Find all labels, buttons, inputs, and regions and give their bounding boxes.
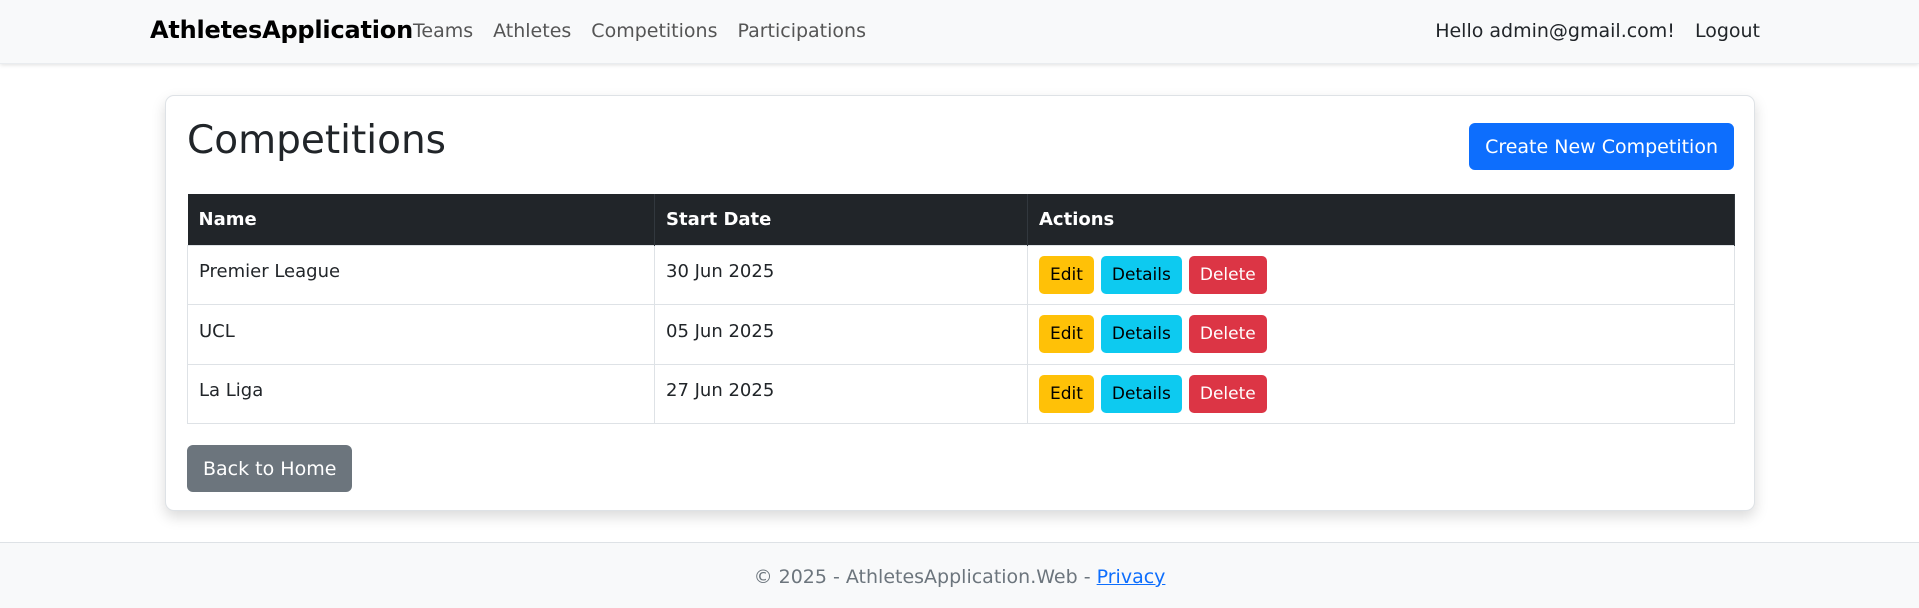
- table-row: UCL 05 Jun 2025 Edit Details Delete: [187, 304, 1735, 365]
- create-competition-button[interactable]: Create New Competition: [1469, 123, 1734, 170]
- page-title: Competitions: [187, 118, 446, 163]
- competitions-table: Name Start Date Actions Premier League 3…: [187, 194, 1735, 424]
- nav-links: Teams Athletes Competitions Participatio…: [413, 20, 886, 42]
- delete-button[interactable]: Delete: [1188, 374, 1267, 413]
- header-actions: Actions: [1027, 194, 1735, 245]
- cell-name: UCL: [187, 304, 655, 365]
- details-button[interactable]: Details: [1100, 315, 1182, 354]
- cell-actions: Edit Details Delete: [1027, 304, 1735, 365]
- header-start-date: Start Date: [654, 194, 1028, 245]
- details-button[interactable]: Details: [1100, 255, 1182, 294]
- table-row: La Liga 27 Jun 2025 Edit Details Delete: [187, 363, 1735, 424]
- details-button[interactable]: Details: [1100, 374, 1182, 413]
- cell-actions: Edit Details Delete: [1027, 363, 1735, 424]
- cell-start-date: 30 Jun 2025: [654, 244, 1028, 305]
- cell-name: La Liga: [187, 363, 655, 424]
- cell-start-date: 27 Jun 2025: [654, 363, 1028, 424]
- brand-link[interactable]: AthletesApplication: [150, 16, 413, 44]
- delete-button[interactable]: Delete: [1188, 315, 1267, 354]
- edit-button[interactable]: Edit: [1039, 255, 1094, 294]
- privacy-link[interactable]: Privacy: [1097, 566, 1166, 588]
- nav-link-athletes[interactable]: Athletes: [493, 20, 571, 42]
- cell-name: Premier League: [187, 244, 655, 305]
- cell-start-date: 05 Jun 2025: [654, 304, 1028, 365]
- table-row: Premier League 30 Jun 2025 Edit Details De…: [187, 244, 1735, 305]
- back-to-home-button[interactable]: Back to Home: [187, 445, 353, 492]
- footer-copyright: © 2025 - AthletesApplication.Web -: [753, 566, 1097, 588]
- nav-link-competitions[interactable]: Competitions: [591, 20, 717, 42]
- cell-actions: Edit Details Delete: [1027, 244, 1735, 305]
- nav-link-participations[interactable]: Participations: [737, 20, 866, 42]
- user-greeting[interactable]: Hello admin@gmail.com!: [1435, 20, 1675, 42]
- user-nav: Hello admin@gmail.com! Logout: [1435, 20, 1760, 42]
- header-name: Name: [187, 194, 655, 245]
- top-navbar: AthletesApplication Teams Athletes Compe…: [0, 0, 1919, 64]
- competitions-card: Competitions Create New Competition Name…: [165, 95, 1755, 511]
- edit-button[interactable]: Edit: [1039, 374, 1094, 413]
- footer: © 2025 - AthletesApplication.Web - Priva…: [0, 542, 1919, 608]
- table-header: Name Start Date Actions: [187, 194, 1735, 245]
- edit-button[interactable]: Edit: [1039, 315, 1094, 354]
- logout-link[interactable]: Logout: [1695, 20, 1760, 42]
- nav-link-teams[interactable]: Teams: [413, 20, 473, 42]
- delete-button[interactable]: Delete: [1188, 255, 1267, 294]
